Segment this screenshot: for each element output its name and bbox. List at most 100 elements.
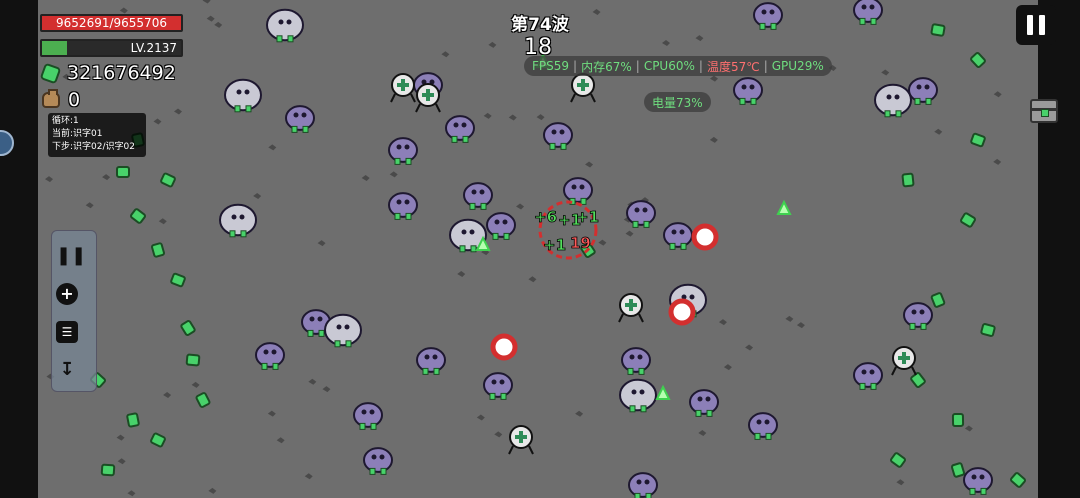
- toolbar-add-button[interactable]: +: [56, 279, 94, 309]
- rock: [117, 458, 126, 465]
- enemy-creature: [963, 467, 993, 495]
- enemy-creature: [543, 122, 573, 150]
- gem-drop: [970, 132, 986, 148]
- gem-drop: [170, 272, 186, 288]
- rock: [709, 75, 718, 82]
- rock: [276, 437, 285, 444]
- gem-icon: [39, 62, 62, 84]
- rock: [476, 414, 485, 421]
- rock: [896, 479, 905, 486]
- gem-drop: [930, 292, 946, 308]
- rock: [745, 344, 754, 351]
- left-screen-border: [0, 0, 38, 498]
- rock: [718, 319, 727, 326]
- enemy-creature: [748, 412, 778, 440]
- rock: [153, 118, 162, 125]
- rock: [881, 69, 890, 76]
- enemy-creature: [628, 472, 658, 498]
- gem-drop: [950, 462, 966, 478]
- hp-text: 9652691/9655706: [56, 16, 167, 30]
- performance-overlay: FPS59 | 内存67% | CPU60% | 温度57℃ | GPU29%: [524, 56, 832, 76]
- damage-popup-layer: +6 +1+1+1 19: [534, 208, 600, 255]
- enemy-creature: [563, 177, 593, 205]
- gem-drop: [890, 452, 906, 468]
- rock: [253, 192, 262, 199]
- rock: [598, 239, 607, 246]
- rock: [536, 114, 545, 121]
- enemy-creature: [908, 77, 938, 105]
- rock: [993, 91, 1002, 98]
- enemy-creature: [266, 8, 304, 43]
- enemy-creature: [388, 192, 418, 220]
- gem-drop: [910, 372, 926, 388]
- rock: [361, 175, 370, 182]
- gem-drop: [130, 208, 146, 224]
- enemy-creature: [903, 302, 933, 330]
- separator: |: [573, 59, 578, 73]
- rock: [698, 430, 707, 437]
- gem-drop: [126, 412, 140, 428]
- rock: [158, 218, 167, 225]
- wave-title: 第74波: [511, 15, 569, 35]
- separator: |: [635, 59, 640, 73]
- gem-drop: [116, 166, 130, 178]
- document-icon: ☰: [56, 321, 78, 343]
- pause-list-icon: ❚❚: [56, 245, 87, 266]
- gem-drop: [195, 392, 211, 408]
- rock: [389, 171, 398, 178]
- gem-drop: [930, 23, 946, 37]
- gem-drop: [980, 323, 996, 337]
- enemy-creature: [219, 203, 257, 238]
- toolbar-document-button[interactable]: ☰: [56, 317, 94, 347]
- toolbar-pause-button[interactable]: ❚❚: [56, 241, 94, 271]
- enemy-creature: [874, 83, 912, 118]
- toolbar-collapse-button[interactable]: ↧: [56, 355, 94, 385]
- medic-turret: [415, 83, 441, 113]
- medic-turret: [618, 293, 644, 323]
- rock: [964, 425, 973, 432]
- pause-button[interactable]: [1016, 5, 1056, 45]
- separator: |: [763, 59, 768, 73]
- rock: [127, 490, 136, 497]
- enemy-creature: [224, 78, 262, 113]
- rock: [483, 112, 492, 119]
- exp-bar: LV.2137: [40, 39, 183, 57]
- rock: [993, 158, 1002, 165]
- rock: [695, 35, 704, 42]
- gem-counter: 321676492: [39, 62, 176, 84]
- damage-number: +1: [576, 208, 599, 226]
- enemy-creature: [663, 222, 693, 250]
- cycle-info-box: 循环:1 当前:识字01 下步:识字02/识字02: [48, 113, 146, 157]
- gem-drop: [970, 52, 986, 68]
- next-line: 下步:识字02/识字02: [52, 142, 135, 152]
- gem-drop: [180, 320, 196, 336]
- enemy-creature: [853, 0, 883, 25]
- rock: [508, 114, 517, 121]
- green-bolt-projectile: [776, 199, 792, 215]
- enemy-creature: [285, 105, 315, 133]
- rock: [308, 378, 317, 385]
- red-orb-projectile: [691, 223, 719, 251]
- rock: [102, 174, 111, 181]
- medic-turret: [508, 425, 534, 455]
- separator: |: [698, 59, 703, 73]
- rock: [796, 322, 805, 329]
- bag-count: 0: [68, 89, 81, 111]
- gem-count: 321676492: [67, 62, 176, 84]
- rock: [785, 315, 794, 322]
- enemy-creature: [853, 362, 883, 390]
- rock: [45, 176, 54, 183]
- cpu-readout: CPU60%: [643, 59, 695, 73]
- money-bag-icon: [42, 89, 60, 108]
- rock-layer: [45, 0, 1002, 497]
- red-orb-projectile: [668, 298, 696, 326]
- right-screen-border: [1038, 0, 1080, 498]
- gem-drop: [1010, 472, 1026, 488]
- red-orb-projectile: [490, 333, 518, 361]
- enemy-creature: [689, 389, 719, 417]
- treasure-chest-icon[interactable]: [1030, 99, 1058, 123]
- gem-drop: [901, 172, 915, 188]
- rock: [163, 392, 172, 399]
- temperature-readout: 温度57℃: [706, 59, 760, 74]
- medic-turret: [390, 73, 416, 103]
